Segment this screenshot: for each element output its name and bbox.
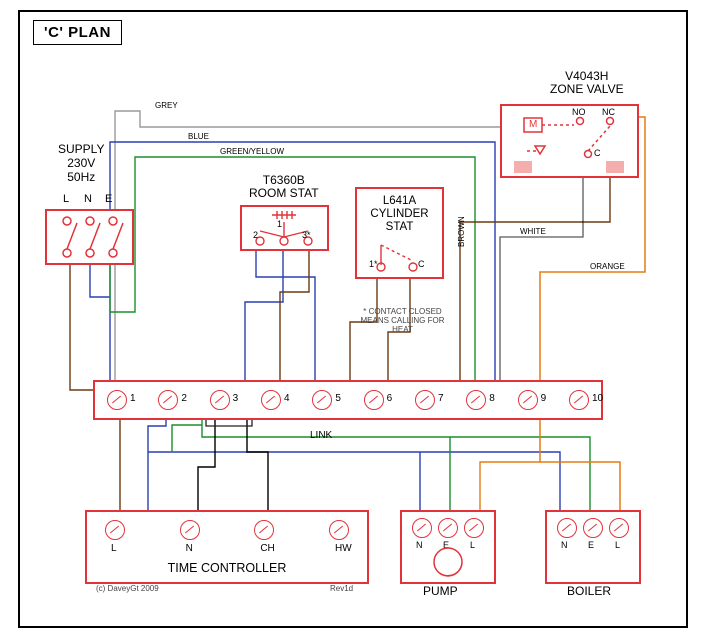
- roomstat-box: 2 1 3*: [240, 205, 329, 251]
- supply-box: [45, 209, 134, 265]
- svg-text:WHITE: WHITE: [520, 227, 546, 236]
- svg-text:BROWN: BROWN: [457, 216, 466, 247]
- boiler-box: N E L: [545, 510, 641, 584]
- zone-label: V4043HZONE VALVE: [550, 70, 624, 96]
- terminal-bus: 1 2 3 4 5 6 7 8 9 10: [93, 380, 603, 420]
- cylstat-box: L641ACYLINDERSTAT 1* C: [355, 187, 444, 279]
- boiler-label: BOILER: [567, 584, 611, 598]
- supply-E: E: [105, 193, 112, 205]
- revision: Rev1d: [330, 584, 353, 593]
- roomstat-label: T6360BROOM STAT: [249, 174, 319, 200]
- link-label: LINK: [310, 430, 332, 441]
- zone-box: M NO NC C: [500, 104, 639, 178]
- cylstat-note: * CONTACT CLOSED MEANS CALLING FOR HEAT: [360, 307, 445, 334]
- svg-text:GREEN/YELLOW: GREEN/YELLOW: [220, 147, 284, 156]
- supply-L: L: [63, 193, 69, 205]
- supply-label: SUPPLY 230V 50Hz: [58, 142, 104, 184]
- copyright: (c) DaveyGt 2009: [96, 584, 159, 593]
- svg-text:BLUE: BLUE: [188, 132, 209, 141]
- svg-text:GREY: GREY: [155, 101, 178, 110]
- supply-N: N: [84, 193, 92, 205]
- frame: 'C' PLAN GREY BLUE GREEN/YELLOW: [18, 10, 688, 628]
- time-controller-box: L N CH HW TIME CONTROLLER: [85, 510, 369, 584]
- pump-label: PUMP: [423, 584, 458, 598]
- pump-box: N E L: [400, 510, 496, 584]
- svg-text:ORANGE: ORANGE: [590, 262, 625, 271]
